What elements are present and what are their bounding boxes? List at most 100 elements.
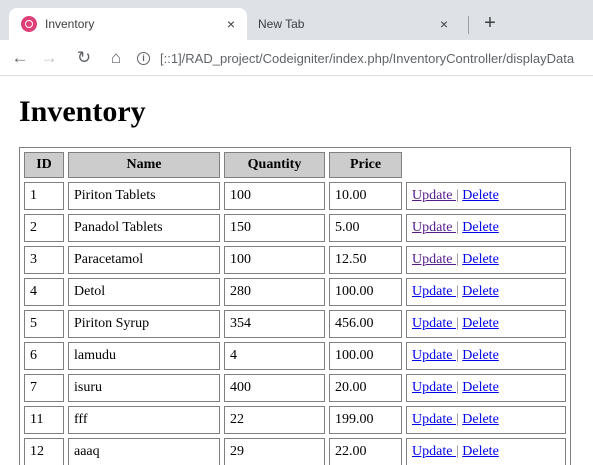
- cell-price: 12.50: [329, 246, 402, 274]
- cell-id: 6: [24, 342, 64, 370]
- cell-name: lamudu: [68, 342, 220, 370]
- cell-actions: Update | Delete: [406, 246, 566, 274]
- cell-name: Detol: [68, 278, 220, 306]
- cell-price: 456.00: [329, 310, 402, 338]
- forward-button[interactable]: →: [37, 46, 61, 70]
- cell-price: 100.00: [329, 342, 402, 370]
- cell-quantity: 280: [224, 278, 325, 306]
- table-row: 5 Piriton Syrup 354 456.00 Update | Delete: [24, 310, 566, 338]
- cell-name: fff: [68, 406, 220, 434]
- delete-link[interactable]: Delete: [462, 188, 499, 203]
- update-link[interactable]: Update: [412, 284, 456, 299]
- link-separator: |: [455, 252, 459, 267]
- cell-price: 199.00: [329, 406, 402, 434]
- home-button[interactable]: ⌂: [104, 46, 128, 70]
- browser-toolbar: ← → ↻ ⌂ i [::1]/RAD_project/Codeigniter/…: [0, 40, 593, 76]
- cell-id: 7: [24, 374, 64, 402]
- cell-actions: Update | Delete: [406, 278, 566, 306]
- header-quantity: Quantity: [224, 152, 325, 178]
- cell-quantity: 150: [224, 214, 325, 242]
- tab-title: New Tab: [258, 17, 305, 31]
- update-link[interactable]: Update: [412, 188, 456, 203]
- table-row: 12 aaaq 29 22.00 Update | Delete: [24, 438, 566, 465]
- delete-link[interactable]: Delete: [462, 284, 499, 299]
- header-id: ID: [24, 152, 64, 178]
- delete-link[interactable]: Delete: [462, 220, 499, 235]
- link-separator: |: [455, 348, 459, 363]
- link-separator: |: [455, 412, 459, 427]
- delete-link[interactable]: Delete: [462, 252, 499, 267]
- info-icon[interactable]: i: [137, 51, 150, 65]
- update-link[interactable]: Update: [412, 412, 456, 427]
- link-separator: |: [455, 284, 459, 299]
- reload-button[interactable]: ↻: [72, 46, 96, 70]
- address-bar[interactable]: i [::1]/RAD_project/Codeigniter/index.ph…: [137, 46, 593, 70]
- reload-icon: ↻: [76, 48, 92, 67]
- back-button[interactable]: ←: [8, 46, 32, 70]
- link-separator: |: [455, 380, 459, 395]
- cell-name: Paracetamol: [68, 246, 220, 274]
- close-icon[interactable]: ×: [434, 16, 454, 32]
- tab-inventory[interactable]: Inventory ×: [9, 8, 247, 40]
- cell-price: 5.00: [329, 214, 402, 242]
- delete-link[interactable]: Delete: [462, 444, 499, 459]
- update-link[interactable]: Update: [412, 348, 456, 363]
- delete-link[interactable]: Delete: [462, 348, 499, 363]
- cell-actions: Update | Delete: [406, 182, 566, 210]
- tab-strip: Inventory × New Tab × +: [0, 0, 593, 40]
- cell-actions: Update | Delete: [406, 342, 566, 370]
- tab-title: Inventory: [45, 17, 95, 31]
- cell-actions: Update | Delete: [406, 374, 566, 402]
- arrow-right-icon: →: [40, 48, 58, 67]
- cell-price: 10.00: [329, 182, 402, 210]
- update-link[interactable]: Update: [412, 316, 456, 331]
- table-row: 3 Paracetamol 100 12.50 Update | Delete: [24, 246, 566, 274]
- cell-id: 2: [24, 214, 64, 242]
- cell-id: 1: [24, 182, 64, 210]
- delete-link[interactable]: Delete: [462, 380, 499, 395]
- cell-name: Piriton Tablets: [68, 182, 220, 210]
- delete-link[interactable]: Delete: [462, 412, 499, 427]
- tab-new-tab[interactable]: New Tab ×: [250, 8, 460, 40]
- cell-price: 20.00: [329, 374, 402, 402]
- table-row: 4 Detol 280 100.00 Update | Delete: [24, 278, 566, 306]
- link-separator: |: [455, 220, 459, 235]
- cell-id: 12: [24, 438, 64, 465]
- header-price: Price: [329, 152, 402, 178]
- cell-actions: Update | Delete: [406, 406, 566, 434]
- close-icon[interactable]: ×: [221, 16, 241, 32]
- cell-actions: Update | Delete: [406, 214, 566, 242]
- update-link[interactable]: Update: [412, 444, 456, 459]
- cell-name: aaaq: [68, 438, 220, 465]
- cell-id: 4: [24, 278, 64, 306]
- cell-actions: Update | Delete: [406, 310, 566, 338]
- cell-id: 3: [24, 246, 64, 274]
- home-icon: ⌂: [110, 48, 122, 67]
- cell-quantity: 100: [224, 182, 325, 210]
- update-link[interactable]: Update: [412, 380, 456, 395]
- table-row: 2 Panadol Tablets 150 5.00 Update | Delete: [24, 214, 566, 242]
- new-tab-button[interactable]: +: [476, 10, 504, 38]
- inventory-table: ID Name Quantity Price 1 Piriton Tablets 1…: [19, 147, 571, 465]
- table-row: 1 Piriton Tablets 100 10.00 Update | Delete: [24, 182, 566, 210]
- update-link[interactable]: Update: [412, 220, 456, 235]
- codeigniter-favicon-icon: [21, 16, 37, 32]
- table-row: 11 fff 22 199.00 Update | Delete: [24, 406, 566, 434]
- cell-quantity: 29: [224, 438, 325, 465]
- cell-name: Panadol Tablets: [68, 214, 220, 242]
- header-name: Name: [68, 152, 220, 178]
- header-actions: [406, 152, 566, 178]
- table-row: 6 lamudu 4 100.00 Update | Delete: [24, 342, 566, 370]
- delete-link[interactable]: Delete: [462, 316, 499, 331]
- tab-separator: [468, 16, 469, 34]
- table-header-row: ID Name Quantity Price: [24, 152, 566, 178]
- cell-actions: Update | Delete: [406, 438, 566, 465]
- link-separator: |: [455, 188, 459, 203]
- cell-price: 22.00: [329, 438, 402, 465]
- cell-quantity: 22: [224, 406, 325, 434]
- page-title: Inventory: [19, 95, 146, 128]
- cell-name: isuru: [68, 374, 220, 402]
- link-separator: |: [455, 316, 459, 331]
- cell-price: 100.00: [329, 278, 402, 306]
- update-link[interactable]: Update: [412, 252, 456, 267]
